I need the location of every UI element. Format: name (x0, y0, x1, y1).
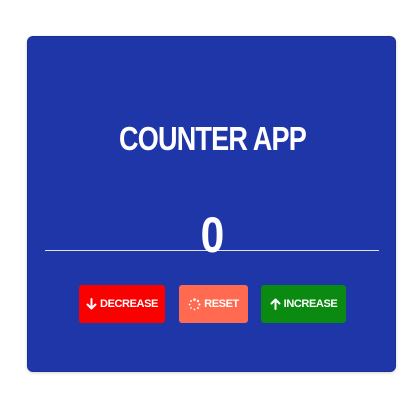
reset-label: RESET (204, 298, 239, 310)
decrease-label: DECREASE (100, 298, 158, 310)
counter-value: 0 (200, 207, 225, 263)
reset-button[interactable]: RESET (179, 285, 248, 323)
arrow-down-icon (86, 298, 97, 310)
app-title: COUNTER APP (119, 120, 307, 157)
increase-button[interactable]: INCREASE (261, 285, 346, 323)
increase-label: INCREASE (283, 298, 338, 310)
divider (45, 250, 379, 251)
counter-card: COUNTER APP 0 DECREASE RESET INCREASE (27, 36, 396, 372)
decrease-button[interactable]: DECREASE (79, 285, 165, 323)
spinner-icon (188, 297, 201, 311)
arrow-up-icon (270, 298, 281, 310)
